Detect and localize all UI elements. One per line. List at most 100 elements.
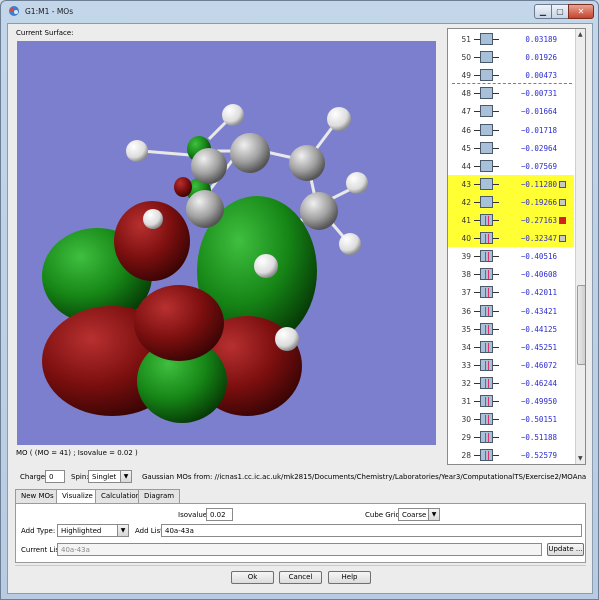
carbon-atom — [289, 145, 325, 181]
electron-pair-icon — [480, 322, 493, 335]
add-type-select[interactable]: Highlighted ▼ — [57, 524, 129, 537]
close-button[interactable]: ✕ — [568, 4, 594, 19]
carbon-atom — [300, 192, 338, 230]
mo-level-line — [493, 111, 499, 113]
scroll-thumb[interactable] — [577, 285, 585, 365]
minimize-button[interactable]: ▁ — [534, 4, 552, 19]
mo-number: 31 — [461, 397, 471, 406]
mo-row[interactable]: 41 −0.27163 — [448, 211, 574, 229]
mo-level-line — [493, 292, 499, 294]
cube-grid-select[interactable]: Coarse ▼ — [398, 508, 440, 521]
current-surface-label: Current Surface: — [16, 29, 74, 37]
electron-pair-icon — [480, 214, 493, 226]
mo-row[interactable]: 43 −0.11280 — [448, 174, 574, 193]
mo-energy: −0.00731 — [520, 89, 557, 99]
mo-number: 38 — [461, 270, 471, 280]
mo-level-line — [493, 455, 499, 457]
mo-level-line — [493, 183, 499, 185]
mo-row[interactable]: 36 −0.43421 — [448, 302, 574, 320]
ok-button[interactable]: Ok — [231, 571, 274, 584]
mo-energy: −0.42011 — [520, 288, 557, 298]
empty-orbital-icon — [480, 51, 493, 64]
window-title: G1:M1 - MOs — [25, 7, 74, 16]
mo-color-swatch[interactable] — [559, 217, 566, 224]
mo-row[interactable]: 29 −0.51188 — [448, 428, 574, 446]
hydrogen-atom — [339, 233, 361, 255]
scroll-down-icon[interactable]: ▼ — [578, 455, 583, 462]
mo-row[interactable]: 31 −0.49950 — [448, 392, 574, 410]
mo-number: 32 — [461, 378, 471, 388]
mo-number: 35 — [461, 324, 471, 334]
mo-level-line — [493, 129, 499, 131]
mo-number: 51 — [461, 35, 471, 44]
add-list-field[interactable]: 40a-43a — [161, 524, 582, 537]
tab-new-mos[interactable]: New MOs — [15, 489, 60, 503]
mo-row[interactable]: 42 −0.19266 — [448, 192, 574, 211]
mo-level-line — [493, 165, 499, 167]
spin-select[interactable]: Singlet ▼ — [88, 470, 132, 483]
electron-pair-icon — [480, 376, 493, 389]
mo-row[interactable]: 34 −0.45251 — [448, 338, 574, 356]
mo-level-line — [493, 256, 499, 258]
spin-label: Spin: — [71, 473, 89, 481]
mo-row[interactable]: 45 −0.02964 — [448, 139, 574, 157]
mo-number: 34 — [461, 342, 471, 352]
mo-row[interactable]: 28 −0.52579 — [448, 446, 574, 464]
mo-source-path: Gaussian MOs from: //icnas1.cc.ic.ac.uk/… — [142, 473, 586, 481]
electron-pair-icon — [480, 340, 493, 353]
mo-color-swatch[interactable] — [559, 198, 566, 206]
electron-pair-icon — [480, 286, 493, 299]
empty-orbital-icon — [480, 177, 493, 190]
mo-row[interactable]: 30 −0.50151 — [448, 410, 574, 428]
mo-level-line — [493, 93, 499, 95]
mo-level-line — [493, 364, 499, 366]
electron-pair-icon — [480, 250, 493, 263]
maximize-button[interactable]: ▢ — [551, 4, 569, 19]
mo-row[interactable]: 39 −0.40516 — [448, 247, 574, 265]
mo-row[interactable]: 32 −0.46244 — [448, 374, 574, 392]
mo-number: 33 — [461, 360, 471, 370]
mo-number: 44 — [461, 161, 471, 171]
mo-row[interactable]: 48 −0.00731 — [448, 84, 574, 102]
mo-row[interactable]: 35 −0.44125 — [448, 320, 574, 338]
mo-row[interactable]: 38 −0.40608 — [448, 265, 574, 283]
mo-row[interactable]: 44 −0.07569 — [448, 157, 574, 175]
scroll-up-icon[interactable]: ▲ — [578, 31, 583, 38]
mo-row[interactable]: 47 −0.01664 — [448, 102, 574, 120]
mo-row[interactable]: 49 0.00473 — [448, 66, 574, 84]
mo-level-line — [493, 57, 499, 59]
tab-visualize[interactable]: Visualize — [56, 489, 99, 504]
update-button[interactable]: Update ... — [547, 543, 584, 556]
empty-orbital-icon — [480, 87, 493, 100]
mo-level-line — [493, 274, 499, 276]
mo-energy: −0.52579 — [520, 451, 557, 461]
mo-color-swatch[interactable] — [559, 180, 566, 188]
current-list-field: 40a-43a — [57, 543, 542, 556]
mo-row[interactable]: 51 0.03189 — [448, 30, 574, 48]
cancel-button[interactable]: Cancel — [279, 571, 322, 584]
title-bar[interactable]: G1:M1 - MOs ▁ ▢ ✕ — [1, 1, 598, 21]
electron-pair-icon — [480, 358, 493, 371]
isovalue-field[interactable]: 0.02 — [206, 508, 233, 521]
mo-row[interactable]: 37 −0.42011 — [448, 283, 574, 301]
mo-row[interactable]: 46 −0.01718 — [448, 121, 574, 139]
tab-diagram[interactable]: Diagram — [138, 489, 181, 503]
mo-level-line — [493, 238, 499, 240]
isovalue-label: Isovalue: — [178, 511, 210, 519]
help-button[interactable]: Help — [328, 571, 371, 584]
mo-level-line — [493, 419, 499, 421]
mo-color-swatch[interactable] — [559, 235, 566, 243]
mo-energy: 0.01926 — [525, 53, 557, 63]
mo-row[interactable]: 40 −0.32347 — [448, 229, 574, 248]
mo-row[interactable]: 50 0.01926 — [448, 48, 574, 66]
mo-number: 37 — [461, 288, 471, 298]
cube-grid-value: Coarse — [402, 511, 427, 519]
mo-number: 29 — [461, 433, 471, 443]
charge-field[interactable]: 0 — [45, 470, 65, 483]
mo-list-scrollbar[interactable]: ▲ ▼ — [575, 29, 585, 464]
molecule-viewport[interactable] — [17, 41, 436, 445]
mo-list-panel[interactable]: 51 0.03189 50 0.01926 49 0.00473 48 −0.00731 47 −… — [447, 28, 586, 465]
tab-label: Visualize — [62, 492, 93, 500]
mo-energy: −0.40516 — [520, 252, 557, 262]
mo-row[interactable]: 33 −0.46072 — [448, 356, 574, 374]
